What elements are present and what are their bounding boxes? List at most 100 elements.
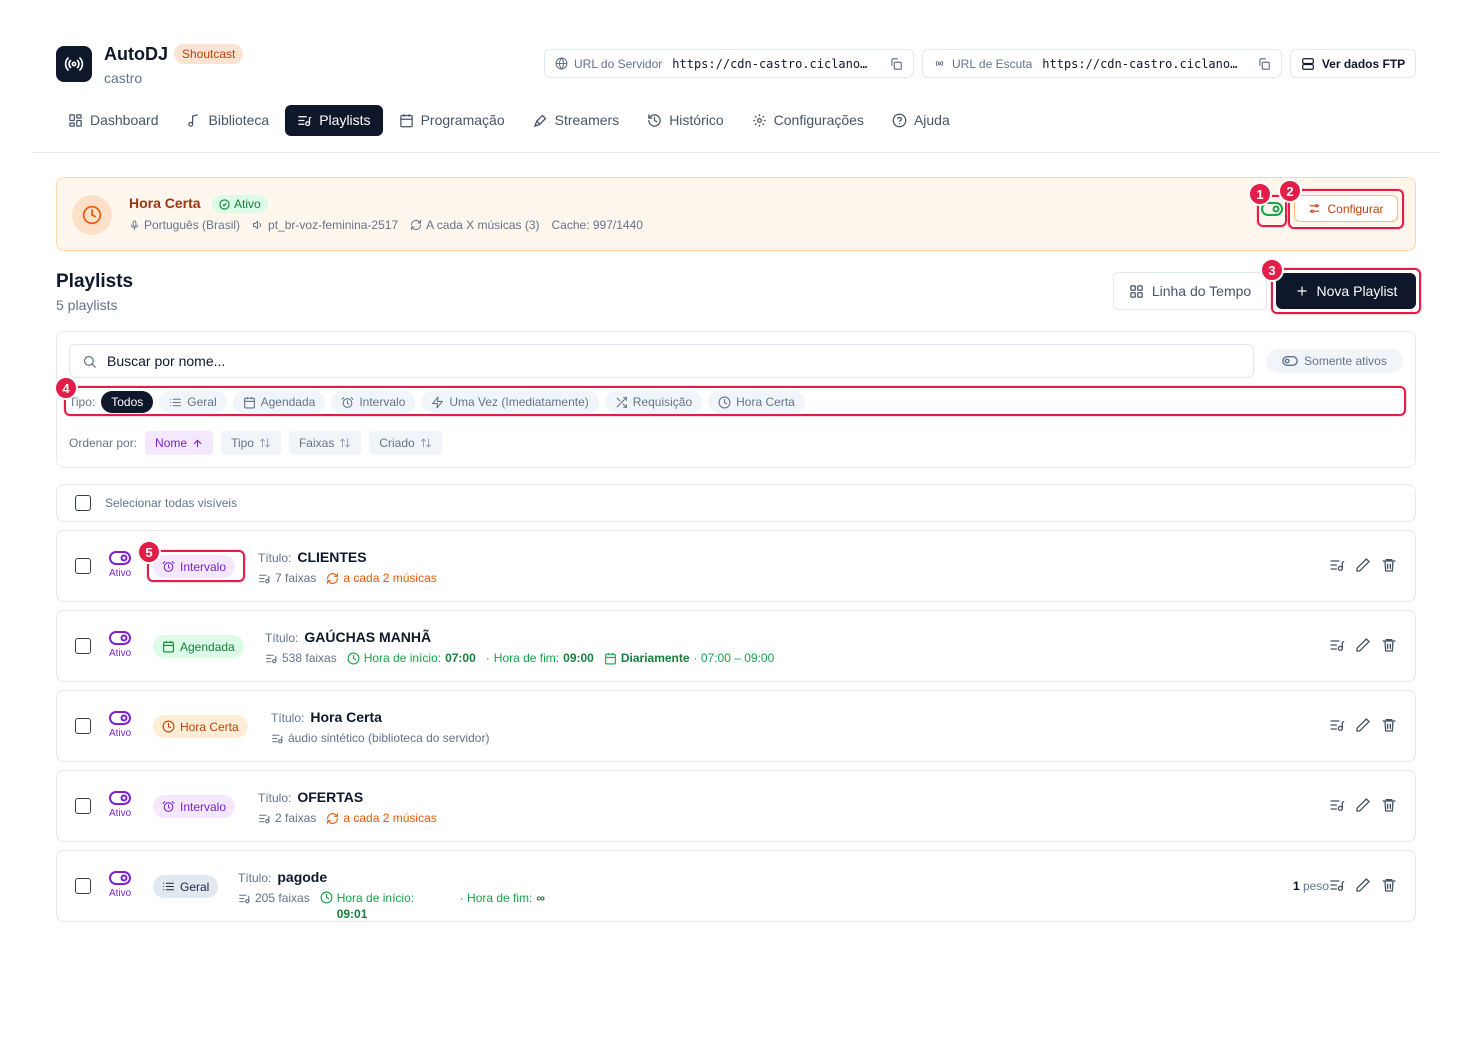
broadcast-icon: [64, 57, 84, 71]
delete-button[interactable]: [1381, 877, 1397, 893]
trash-icon: [1382, 719, 1396, 732]
row-active-toggle[interactable]: Ativo: [109, 711, 131, 739]
playlist-icon: [239, 894, 250, 903]
select-all-bar: Selecionar todas visíveis: [56, 484, 1416, 522]
edit-button[interactable]: [1355, 717, 1371, 733]
row-type-label: Agendada: [180, 639, 235, 654]
new-playlist-button[interactable]: Nova Playlist: [1276, 273, 1416, 309]
copy-server-url-button[interactable]: [889, 57, 903, 71]
sliders-icon: [1310, 204, 1320, 213]
row-interval-text: a cada 2 músicas: [343, 811, 437, 825]
delete-button[interactable]: [1381, 557, 1397, 573]
sort-arrows-icon: [420, 438, 431, 448]
row-end-label: · Hora de fim:: [459, 891, 533, 905]
row-start-stack: Hora de início: 09:01: [337, 890, 414, 922]
nav-historico[interactable]: Histórico: [635, 105, 735, 136]
pencil-icon: [1356, 638, 1370, 652]
toggle-off-icon: [1282, 356, 1298, 366]
listen-url-label: URL de Escuta: [952, 56, 1033, 71]
playlist-icon: [1330, 640, 1345, 651]
select-all-checkbox[interactable]: [75, 495, 91, 511]
select-all-label: Selecionar todas visíveis: [105, 496, 238, 510]
server-url-box: URL do Servidor https://cdn-castro.cicla…: [544, 49, 914, 78]
hora-certa-banner: [56, 177, 1416, 251]
nav-ajuda[interactable]: Ajuda: [880, 105, 962, 136]
row-title: Título: Hora Certa: [271, 709, 382, 725]
trash-icon: [1382, 879, 1396, 892]
row-tracks: áudio sintético (biblioteca do servidor): [271, 731, 489, 745]
timeline-button[interactable]: Linha do Tempo: [1113, 272, 1267, 310]
nav-label: Ajuda: [913, 112, 950, 128]
row-type-label: Hora Certa: [180, 719, 239, 734]
copy-listen-url-button[interactable]: [1257, 57, 1271, 71]
delete-button[interactable]: [1381, 637, 1397, 653]
ftp-data-button[interactable]: Ver dados FTP: [1290, 49, 1416, 78]
row-checkbox[interactable]: [75, 718, 91, 734]
marker-2: 2: [1278, 179, 1302, 203]
speaker-icon: [253, 220, 262, 230]
row-actions: [1329, 877, 1397, 893]
row-checkbox[interactable]: [75, 638, 91, 654]
row-title-label: Título:: [238, 871, 272, 885]
row-tracks: 7 faixas: [258, 571, 316, 585]
row-type-label: Geral: [180, 879, 210, 894]
nav-streamers[interactable]: Streamers: [521, 105, 632, 136]
playlist-row: Ativo Geral Título: pagode 205 faixas Ho…: [56, 850, 1416, 922]
nav-biblioteca[interactable]: Biblioteca: [175, 105, 282, 136]
row-title: Título: pagode: [238, 869, 327, 885]
manage-tracks-button[interactable]: [1329, 797, 1345, 813]
row-tracks: 538 faixas: [265, 651, 337, 665]
edit-button[interactable]: [1355, 877, 1371, 893]
dot-separator: ·: [485, 651, 490, 665]
configure-button[interactable]: Configurar: [1294, 195, 1398, 222]
search-input[interactable]: Buscar por nome...: [69, 344, 1254, 378]
row-title: Título: OFERTAS: [258, 789, 363, 805]
nav-configuracoes[interactable]: Configurações: [740, 105, 876, 136]
clock-icon: [82, 205, 102, 225]
row-status-label: Ativo: [109, 568, 132, 579]
row-tracks-text: 538 faixas: [282, 651, 337, 665]
row-active-toggle[interactable]: Ativo: [109, 871, 131, 899]
manage-tracks-button[interactable]: [1329, 637, 1345, 653]
only-active-label: Somente ativos: [1304, 354, 1387, 368]
nav-playlists[interactable]: Playlists: [285, 104, 383, 136]
manage-tracks-button[interactable]: [1329, 557, 1345, 573]
sort-criado[interactable]: Criado: [369, 431, 442, 455]
banner-cache: Cache: 997/1440: [551, 218, 643, 232]
manage-tracks-button[interactable]: [1329, 877, 1345, 893]
row-recurrence-value: Diariamente: [620, 651, 690, 665]
nav-dashboard[interactable]: Dashboard: [56, 105, 171, 136]
row-title-label: Título:: [258, 551, 292, 565]
music-note-icon: [187, 113, 198, 127]
row-checkbox[interactable]: [75, 558, 91, 574]
manage-tracks-button[interactable]: [1329, 717, 1345, 733]
banner-title: Hora Certa: [129, 195, 201, 211]
sort-tipo[interactable]: Tipo: [221, 431, 281, 455]
marker-1: 1: [1248, 182, 1272, 206]
trash-icon: [1382, 799, 1396, 812]
row-active-toggle[interactable]: Ativo: [109, 631, 131, 659]
banner-status-badge: Ativo: [212, 195, 268, 213]
nav-programacao[interactable]: Programação: [387, 105, 517, 136]
banner-language-text: Português (Brasil): [144, 218, 241, 232]
header-divider: [32, 152, 1440, 153]
row-end-time: · Hora de fim: 09:00: [486, 651, 594, 665]
delete-button[interactable]: [1381, 717, 1397, 733]
row-checkbox[interactable]: [75, 878, 91, 894]
only-active-toggle[interactable]: Somente ativos: [1266, 349, 1403, 373]
edit-button[interactable]: [1355, 637, 1371, 653]
delete-button[interactable]: [1381, 797, 1397, 813]
edit-button[interactable]: [1355, 557, 1371, 573]
nav-label: Configurações: [773, 112, 864, 128]
row-active-toggle[interactable]: Ativo: [109, 551, 131, 579]
toggle-on-icon: [109, 551, 132, 565]
list-icon: [163, 882, 174, 891]
listen-url-value: https://cdn-castro.ciclano…: [1042, 56, 1238, 71]
marker-5: 5: [137, 540, 161, 564]
sort-nome[interactable]: Nome: [145, 431, 214, 455]
edit-button[interactable]: [1355, 797, 1371, 813]
row-type-label: Intervalo: [180, 799, 227, 814]
row-checkbox[interactable]: [75, 798, 91, 814]
row-active-toggle[interactable]: Ativo: [109, 791, 131, 819]
sort-faixas[interactable]: Faixas: [288, 431, 362, 455]
